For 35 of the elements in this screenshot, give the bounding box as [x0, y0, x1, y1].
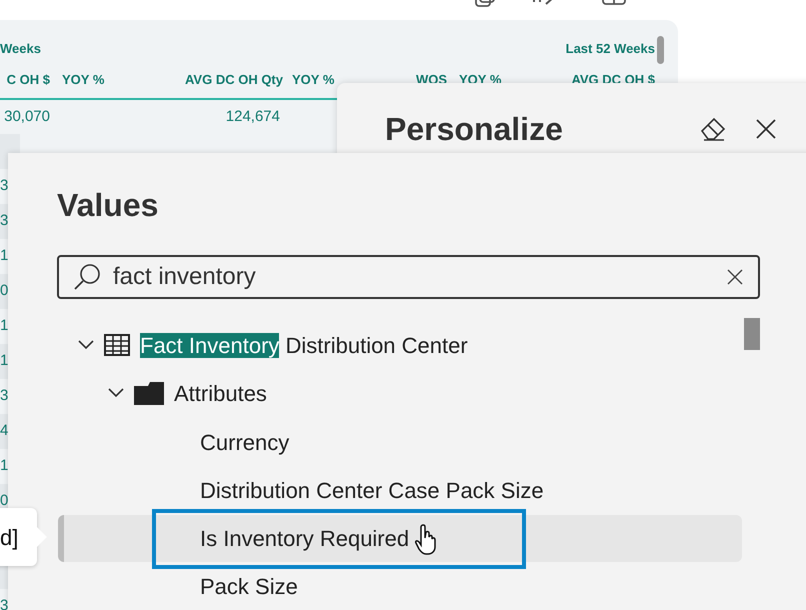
table-cell-text: 0 — [0, 491, 8, 512]
tree-item[interactable]: Currency — [200, 426, 290, 459]
table-cell-text: 30,070 — [3, 106, 50, 127]
scrollbar-thumb[interactable] — [744, 318, 760, 350]
column-header[interactable]: YOY % — [50, 70, 185, 90]
table-cell-text: 1 — [0, 456, 8, 476]
table-cell-text: 3 — [0, 386, 8, 406]
panel-title: Personalize — [385, 110, 564, 149]
table-cell-text: 4 — [0, 421, 8, 442]
column-group-header: Last 52 Weeks — [566, 40, 655, 58]
tree-item[interactable]: Pack Size — [200, 570, 298, 603]
section-title: Values — [57, 186, 158, 225]
search-box[interactable]: fact inventory — [57, 255, 760, 299]
close-icon[interactable] — [755, 118, 777, 140]
table-cell-text: 124,674 — [224, 106, 280, 127]
eraser-icon[interactable] — [699, 116, 727, 142]
folder-icon — [134, 381, 164, 405]
tree-item[interactable]: Distribution Center Case Pack Size — [200, 474, 544, 507]
table-cell-text: 1 — [0, 351, 8, 372]
tree-item[interactable]: Attributes — [174, 376, 267, 410]
table-cell-text: 3 — [0, 176, 8, 196]
table-cell-text: 1 — [0, 246, 8, 266]
chevron-down-icon[interactable] — [78, 340, 94, 350]
table-cell-text: 0 — [0, 281, 8, 302]
clear-icon[interactable] — [726, 268, 744, 286]
chevron-down-icon[interactable] — [108, 388, 124, 398]
table-cell-text: 3 — [0, 211, 8, 232]
search-icon — [73, 263, 101, 291]
scrollbar-thumb[interactable] — [657, 36, 664, 64]
table-icon — [104, 334, 130, 356]
tooltip-text: d] — [0, 524, 18, 552]
column-group-header: Weeks — [0, 40, 41, 58]
table-cell-text: 1 — [0, 316, 8, 336]
search-field[interactable]: fact inventory — [113, 259, 714, 295]
column-header[interactable]: C OH $ — [0, 70, 50, 90]
